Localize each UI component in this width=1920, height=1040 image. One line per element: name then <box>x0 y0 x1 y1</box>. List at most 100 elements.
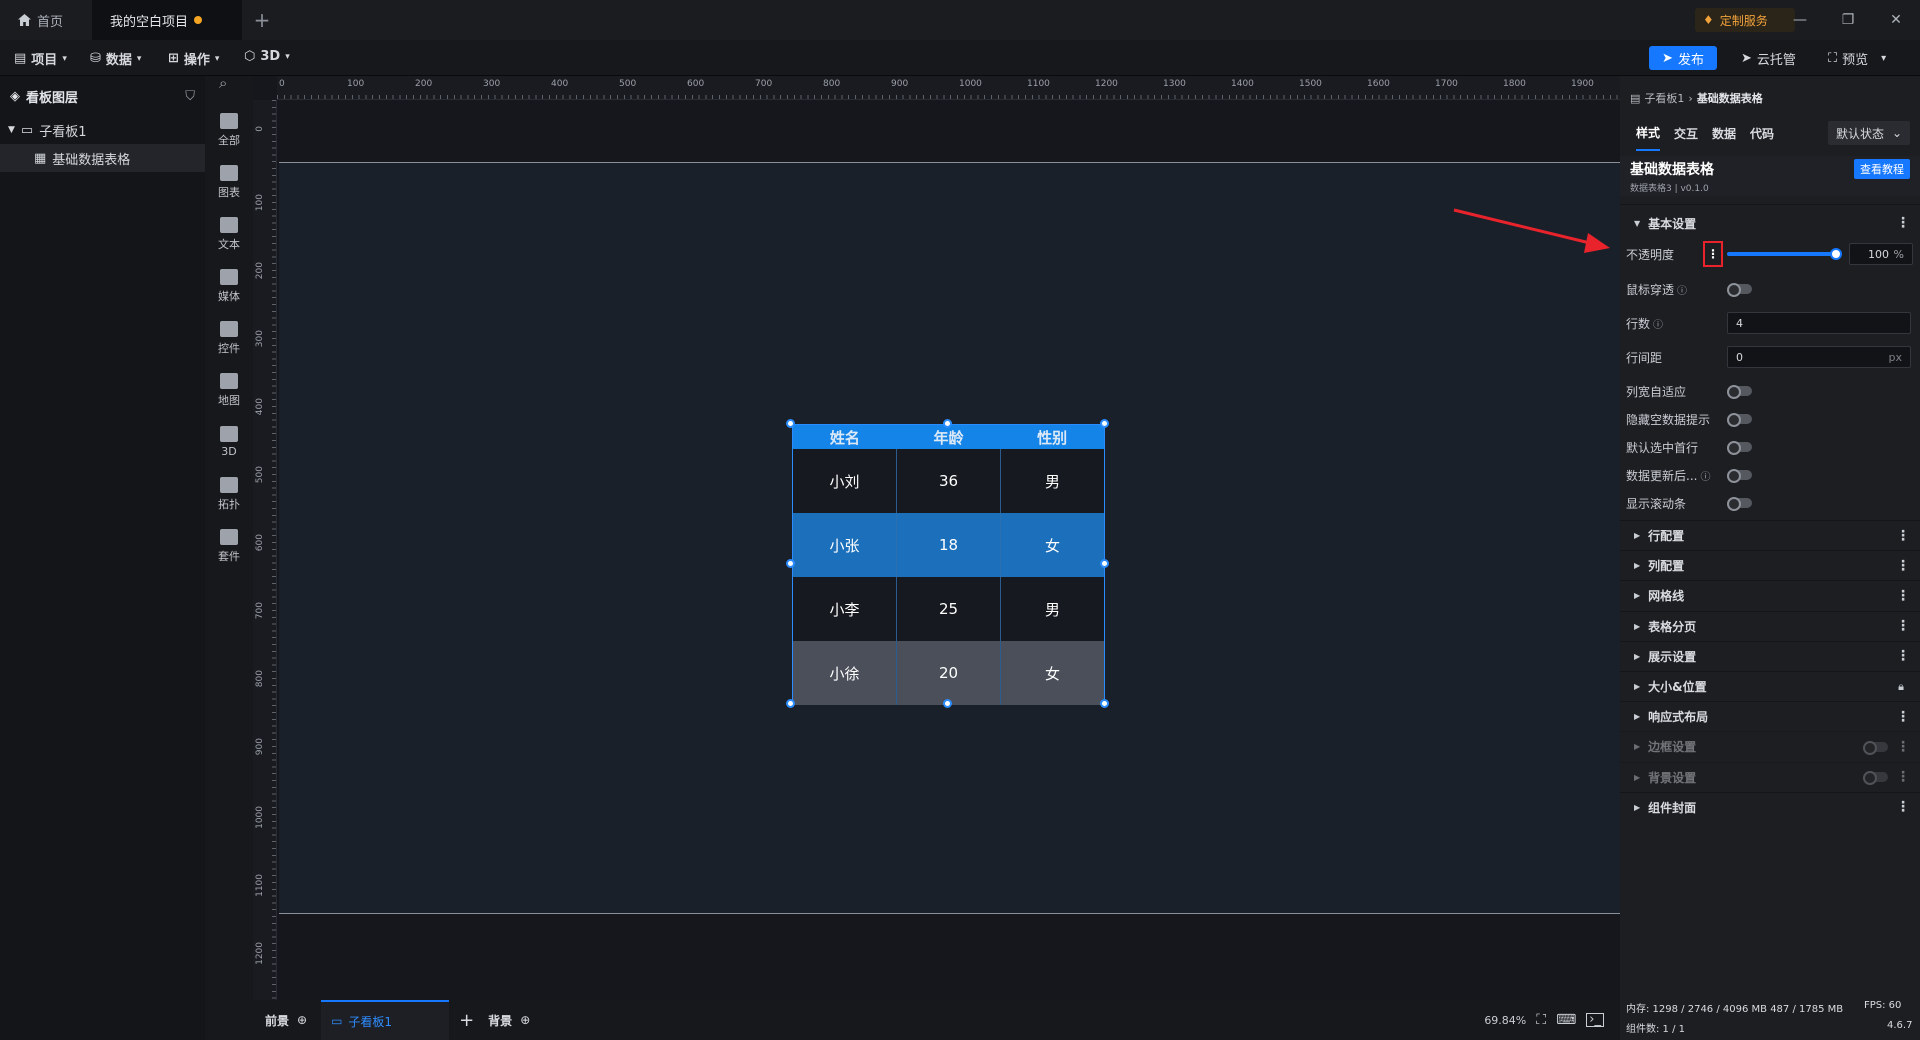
rail-item[interactable]: 3D <box>205 416 253 468</box>
table-row[interactable]: 小刘 36 男 <box>793 449 1104 513</box>
state-select[interactable]: 默认状态 ⌄ <box>1828 121 1910 145</box>
help-icon[interactable]: ⓘ <box>1653 316 1663 331</box>
section-header[interactable]: ▶ 响应式布局 ⋮ <box>1620 701 1920 731</box>
section-header[interactable]: ▶ 展示设置 ⋮ <box>1620 640 1920 671</box>
rail-item[interactable]: 控件 <box>205 312 253 364</box>
foreground-tab[interactable]: 前景 ⊕ <box>253 1012 307 1029</box>
setting-toggle[interactable] <box>1727 469 1752 483</box>
rail-item[interactable]: 拓扑 <box>205 468 253 520</box>
more-vertical-icon[interactable]: ⋮ <box>1896 215 1910 231</box>
fit-screen-icon[interactable]: ⛶ <box>1536 1012 1546 1028</box>
more-vertical-icon[interactable]: ⋮ <box>1896 769 1910 785</box>
add-circle-icon[interactable]: ⊕ <box>520 1013 530 1027</box>
table-row[interactable]: 小张 18 女 <box>793 513 1104 577</box>
setting-toggle[interactable] <box>1727 385 1752 399</box>
tab-code[interactable]: 代码 <box>1750 125 1774 142</box>
rail-item[interactable]: 全部 <box>205 104 253 156</box>
section-header[interactable]: ▶ 组件封面 ⋮ <box>1620 791 1920 822</box>
rail-item[interactable]: 图表 <box>205 156 253 208</box>
rail-item[interactable]: 媒体 <box>205 260 253 312</box>
section-header[interactable]: ▶ 边框设置 ⋮ <box>1620 731 1920 761</box>
board-tab[interactable]: ▭ 子看板1 <box>321 1000 450 1040</box>
more-vertical-icon[interactable]: ⋮ <box>1703 241 1723 267</box>
ruler-tick-label: 400 <box>255 398 265 416</box>
table-row[interactable]: 小李 25 男 <box>793 577 1104 641</box>
lock-icon[interactable]: 🔒︎ <box>1896 680 1906 694</box>
menu-project[interactable]: ▤ 项目 ▾ <box>14 49 67 68</box>
section-header[interactable]: ▶ 网格线 ⋮ <box>1620 580 1920 610</box>
keyboard-icon[interactable]: ⌨ <box>1556 1012 1576 1028</box>
section-header[interactable]: ▶ 背景设置 ⋮ <box>1620 761 1920 792</box>
section-header[interactable]: ▶ 大小&位置 🔒︎ <box>1620 671 1920 701</box>
minimize-button[interactable]: — <box>1776 0 1824 40</box>
more-vertical-icon[interactable]: ⋮ <box>1896 558 1910 574</box>
resize-handle[interactable] <box>1100 419 1109 428</box>
resize-handle[interactable] <box>786 699 795 708</box>
setting-toggle[interactable] <box>1727 441 1752 455</box>
terminal-icon[interactable]: ›_ <box>1586 1013 1604 1027</box>
more-vertical-icon[interactable]: ⋮ <box>1896 739 1910 755</box>
menu-data[interactable]: ⛁ 数据 ▾ <box>90 49 141 68</box>
mouse-through-toggle[interactable] <box>1727 283 1752 297</box>
section-header[interactable]: ▶ 列配置 ⋮ <box>1620 550 1920 580</box>
table-cell: 男 <box>1044 472 1060 491</box>
tab-interaction[interactable]: 交互 <box>1674 125 1698 142</box>
menu-3d[interactable]: ⬡ 3D ▾ <box>244 49 290 64</box>
layer-component[interactable]: ▦ 基础数据表格 <box>0 144 205 172</box>
section-header[interactable]: ▶ 行配置 ⋮ <box>1620 520 1920 550</box>
rail-item[interactable]: 文本 <box>205 208 253 260</box>
more-vertical-icon[interactable]: ⋮ <box>1896 588 1910 604</box>
setting-label: 默认选中首行 <box>1626 440 1699 455</box>
rows-count-row: 行数 ⓘ 4 <box>1620 310 1920 336</box>
more-vertical-icon[interactable]: ⋮ <box>1896 618 1910 634</box>
add-board-button[interactable]: + <box>459 1010 474 1031</box>
restore-button[interactable]: ❐ <box>1824 0 1872 40</box>
help-icon[interactable]: ⓘ <box>1700 468 1710 483</box>
tab-project[interactable]: 我的空白项目 <box>92 0 242 40</box>
data-table-widget[interactable]: 姓名 年龄 性别 小刘 36 男小张 18 女小李 25 男小徐 20 女 <box>792 424 1105 705</box>
tab-home[interactable]: 首页 <box>0 0 92 40</box>
tutorial-button[interactable]: 查看教程 <box>1854 159 1910 179</box>
resize-handle[interactable] <box>1100 699 1109 708</box>
rail-item[interactable]: 地图 <box>205 364 253 416</box>
rows-input[interactable]: 4 <box>1727 312 1911 334</box>
layer-board[interactable]: ▼ ▭ 子看板1 <box>0 116 205 144</box>
menu-operate[interactable]: ⊞ 操作 ▾ <box>168 49 219 68</box>
row-gap-input[interactable]: 0 px <box>1727 346 1911 368</box>
more-vertical-icon[interactable]: ⋮ <box>1896 648 1910 664</box>
help-icon[interactable]: ⓘ <box>1677 282 1687 297</box>
section-toggle[interactable] <box>1863 740 1888 755</box>
section-basic-settings[interactable]: ▼ 基本设置 ⋮ <box>1620 204 1920 241</box>
setting-toggle[interactable] <box>1727 413 1752 427</box>
cloud-button[interactable]: ➤ 云托管 <box>1741 49 1796 68</box>
setting-toggle[interactable] <box>1727 497 1752 511</box>
more-vertical-icon[interactable]: ⋮ <box>1896 799 1910 815</box>
section-toggle[interactable] <box>1863 771 1888 786</box>
add-circle-icon[interactable]: ⊕ <box>297 1013 307 1027</box>
resize-handle[interactable] <box>1100 559 1109 568</box>
resize-handle[interactable] <box>943 419 952 428</box>
close-button[interactable]: ✕ <box>1872 0 1920 40</box>
resize-handle[interactable] <box>943 699 952 708</box>
new-tab-button[interactable]: + <box>242 0 282 40</box>
resize-handle[interactable] <box>786 559 795 568</box>
slider-thumb[interactable] <box>1830 248 1842 260</box>
section-header[interactable]: ▶ 表格分页 ⋮ <box>1620 610 1920 641</box>
filter-icon[interactable]: ⛉ <box>185 89 195 104</box>
tab-style[interactable]: 样式 <box>1636 116 1661 151</box>
tab-data[interactable]: 数据 <box>1712 125 1736 142</box>
more-vertical-icon[interactable]: ⋮ <box>1896 528 1910 544</box>
opacity-slider[interactable] <box>1727 248 1842 260</box>
opacity-input[interactable]: 100 % <box>1849 243 1913 265</box>
resize-handle[interactable] <box>786 419 795 428</box>
more-vertical-icon[interactable]: ⋮ <box>1896 709 1910 725</box>
breadcrumb-parent[interactable]: 子看板1 <box>1644 90 1684 106</box>
preview-button[interactable]: ⛶ 预览 ▾ <box>1828 49 1886 68</box>
publish-button[interactable]: ➤ 发布 <box>1649 46 1717 70</box>
search-icon[interactable]: ⌕ <box>219 74 227 92</box>
background-tab[interactable]: 背景 ⊕ <box>474 1012 530 1029</box>
table-row[interactable]: 小徐 20 女 <box>793 641 1104 705</box>
zoom-level[interactable]: 69.84% <box>1484 1014 1526 1027</box>
opacity-value: 100 <box>1868 247 1889 261</box>
rail-item[interactable]: 套件 <box>205 520 253 572</box>
